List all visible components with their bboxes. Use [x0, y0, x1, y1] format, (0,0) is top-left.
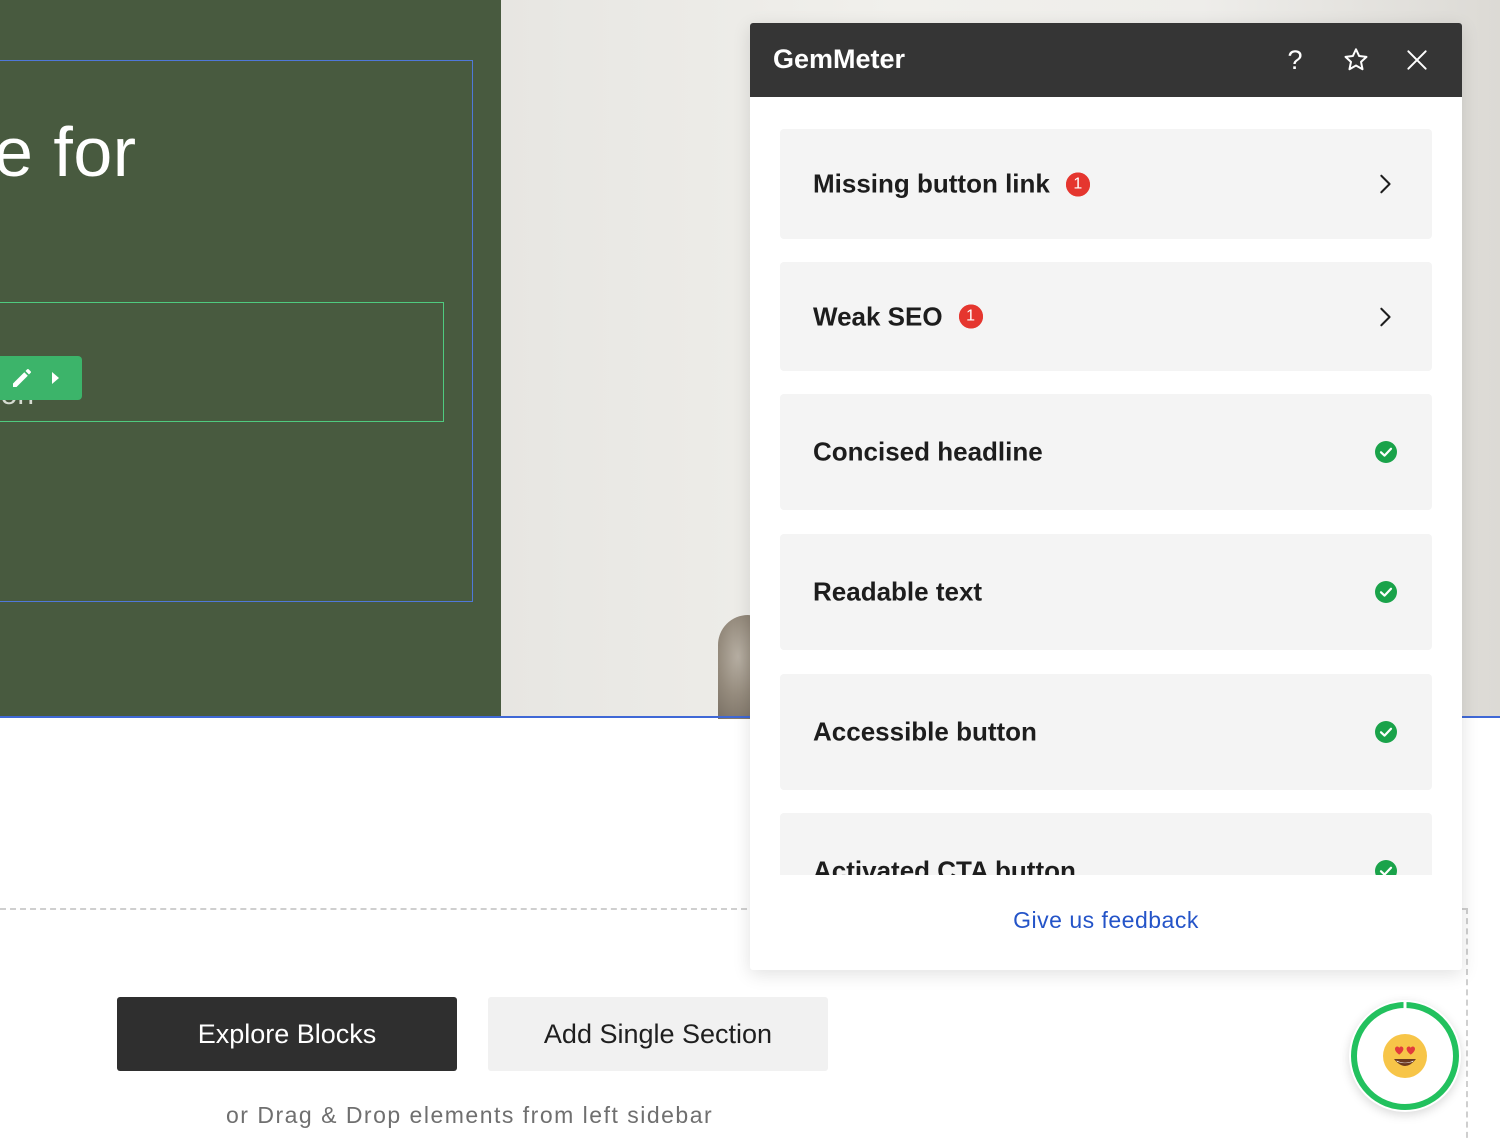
add-single-section-button[interactable]: Add Single Section [488, 997, 828, 1071]
element-edit-toolbar[interactable] [0, 356, 82, 400]
heart-eyes-face-icon [1383, 1034, 1427, 1078]
star-icon[interactable] [1341, 45, 1371, 75]
check-item-label-wrap: Readable text [813, 577, 982, 608]
check-item-label: Missing button link [813, 168, 1050, 199]
checklist[interactable]: Missing button link 1 Weak SEO 1 Concise… [750, 97, 1462, 875]
chevron-right-icon[interactable] [1374, 306, 1396, 328]
issue-count-badge: 1 [1065, 172, 1090, 196]
check-item-label-wrap: Activated CTA button [813, 856, 1076, 876]
check-circle-icon [1375, 581, 1397, 603]
check-circle-icon [1375, 721, 1397, 743]
close-icon[interactable] [1402, 45, 1432, 75]
drag-drop-hint: or Drag & Drop elements from left sideba… [226, 1102, 714, 1128]
check-item-label-wrap: Weak SEO 1 [813, 301, 983, 332]
panel-header: GemMeter ? [750, 23, 1462, 97]
issue-count-badge: 1 [958, 304, 983, 329]
help-icon[interactable]: ? [1280, 45, 1310, 75]
check-item-label-wrap: Accessible button [813, 717, 1037, 748]
check-item-label: Activated CTA button [813, 855, 1076, 876]
check-item-accessible-button[interactable]: Accessible button [780, 674, 1432, 790]
check-item-concised-headline[interactable]: Concised headline [780, 394, 1432, 510]
check-item-label-wrap: Concised headline [813, 437, 1043, 468]
check-item-activated-cta-button[interactable]: Activated CTA button [780, 813, 1432, 875]
chevron-right-icon[interactable] [1374, 173, 1396, 195]
check-item-readable-text[interactable]: Readable text [780, 534, 1432, 650]
gemmeter-panel: GemMeter ? Missing button link 1 Weak SE… [750, 23, 1462, 970]
explore-blocks-button[interactable]: Explore Blocks [117, 997, 457, 1071]
check-item-label: Readable text [813, 576, 983, 607]
give-feedback-link[interactable]: Give us feedback [750, 907, 1462, 934]
check-circle-icon [1375, 860, 1397, 875]
check-item-weak-seo[interactable]: Weak SEO 1 [780, 262, 1432, 371]
pencil-icon[interactable] [10, 366, 34, 390]
check-item-label: Weak SEO [813, 301, 943, 331]
caret-right-icon[interactable] [52, 372, 59, 384]
hero-heading[interactable]: e for [0, 112, 137, 192]
check-circle-icon [1375, 441, 1397, 463]
panel-title: GemMeter [773, 44, 906, 74]
check-item-label-wrap: Missing button link 1 [813, 169, 1090, 200]
check-item-label: Concised headline [813, 436, 1043, 467]
gemmeter-score-button[interactable] [1349, 1000, 1461, 1112]
check-item-missing-button-link[interactable]: Missing button link 1 [780, 129, 1432, 239]
check-item-label: Accessible button [813, 716, 1037, 747]
